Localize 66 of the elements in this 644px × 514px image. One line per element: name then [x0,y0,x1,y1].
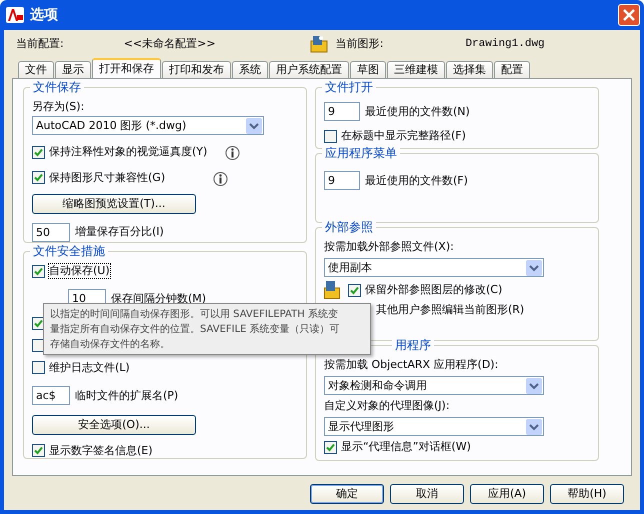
field-label: 保存间隔分钟数(M) [111,292,206,306]
tab[interactable]: 打印和发布 [162,61,231,78]
group-title: 文件打开 [322,80,376,94]
checkbox-label: 保持注释性对象的视觉逼真度(Y) [49,145,208,160]
dropdown[interactable]: AutoCAD 2010 图形 (*.dwg) [32,116,264,136]
dialog-button[interactable]: 确定 [310,484,384,504]
window-title: 选项 [30,8,58,22]
tab[interactable]: 显示 [55,61,91,78]
dropdown[interactable]: 显示代理图形 [324,417,544,436]
checkbox-label: 保持图形尺寸兼容性(G) [49,170,166,185]
tab[interactable]: 选择集 [446,61,493,78]
checkbox-label: 在标题中显示完整路径(F) [341,129,466,143]
field-label: 另存为(S): [32,100,84,114]
checkbox[interactable] [32,444,45,458]
tab[interactable]: 打开和保存 [92,58,161,78]
app-logo-icon [6,7,24,23]
checkbox-label: 显示数字签名信息(E) [49,444,153,458]
checkbox-label: 其他用户参照编辑当前图形(R) [376,303,524,317]
group-title: 文件保存 [30,80,84,94]
drawing-label: 当前图形: [336,37,384,51]
checkbox-label: 维护日志文件(L) [49,360,130,375]
checkbox[interactable] [348,284,361,296]
checkbox-label: 自动保存(U) [49,264,110,278]
checkbox[interactable] [32,146,45,159]
field-label: 增量保存百分比(I) [75,225,164,240]
checkbox[interactable] [324,130,337,142]
drawing-name: Drawing1.dwg [465,37,545,51]
tab[interactable]: 配置 [494,61,530,78]
input-field[interactable]: ac$ [32,386,70,406]
field-label: 按需加载 ObjectARX 应用程序(D): [324,358,498,372]
close-button[interactable] [618,4,640,26]
drawing-file-icon [310,35,328,53]
checkbox[interactable] [324,440,337,454]
input-field[interactable]: 9 [324,171,360,190]
input-field[interactable]: 9 [324,102,360,121]
tab[interactable]: 三维建模 [387,61,445,78]
group-title: 外部参照 [322,220,376,234]
tab[interactable]: 系统 [232,61,268,78]
tooltip: 以指定的时间间隔自动保存图形。可以用 SAVEFILEPATH 系统变 量指定所有自动保存文件的位置。SAVEFILE 系统变量（只读）可 存储自动保存文件的名称。 [43,303,371,355]
tab[interactable]: 用户系统配置 [269,61,349,78]
field-label: 最近使用的文件数(N) [365,104,470,118]
tab[interactable]: 文件 [18,61,54,78]
tab[interactable]: 草图 [350,61,386,78]
profile-label: 当前配置: [16,37,64,51]
field-label: 自定义对象的代理图像(J): [324,399,450,413]
dialog-button[interactable]: 帮助(H) [550,484,624,504]
input-field[interactable]: 50 [32,222,70,242]
dropdown[interactable]: 对象检测和命令调用 [324,376,544,395]
settings-button[interactable]: 缩略图预览设置(T)... [32,194,196,214]
dropdown[interactable]: 使用副本 [324,258,544,277]
profile-name: <<未命名配置>> [124,37,217,51]
group-title: 应用程序菜单 [322,146,400,160]
field-label: 按需加载外部参照文件(X): [324,240,454,254]
checkbox[interactable] [32,361,45,374]
group-title: 文件安全措施 [30,244,108,258]
checkbox[interactable] [32,264,45,278]
dialog-button[interactable]: 应用(A) [470,484,544,504]
checkbox-label: 显示“代理信息”对话框(W) [341,440,471,454]
settings-button[interactable]: 安全选项(O)... [32,414,196,435]
close-icon [623,9,635,21]
checkbox[interactable] [32,171,45,184]
group-title: 用程序 [392,338,434,352]
checkbox-label: 保留外部参照图层的修改(C) [365,283,502,297]
field-label: 临时文件的扩展名(P) [75,388,178,403]
field-label: 最近使用的文件数(F) [365,174,468,188]
dialog-button[interactable]: 取消 [390,484,464,504]
